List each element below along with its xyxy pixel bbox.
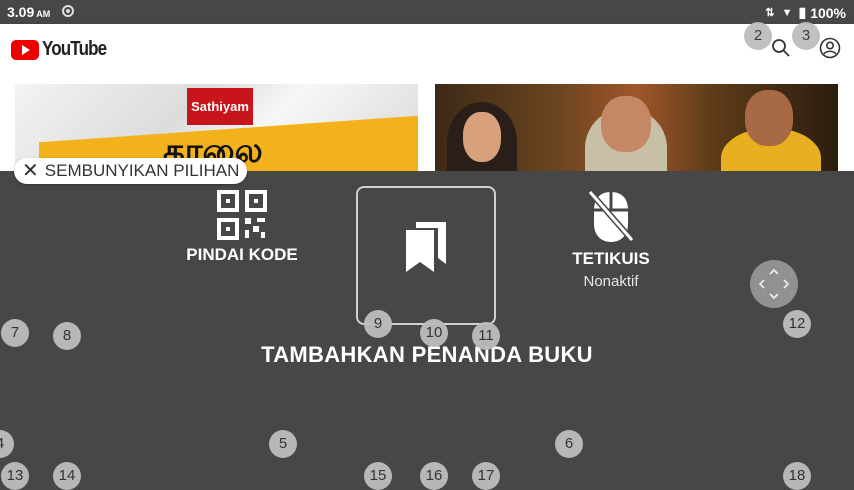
- direction-pad[interactable]: [750, 260, 798, 308]
- hide-options-label: SEMBUNYIKAN PILIHAN: [44, 161, 240, 180]
- marker-badge: 16: [420, 462, 448, 490]
- qr-code-icon: [217, 190, 267, 240]
- youtube-play-icon: [11, 39, 39, 60]
- youtube-logo[interactable]: YouTube: [11, 38, 118, 61]
- marker-badge: 7: [1, 319, 29, 347]
- marker-badge: 13: [1, 462, 29, 490]
- person-face: [463, 112, 501, 162]
- status-right: ⇅ ▼ ▮ 100%: [765, 4, 846, 21]
- battery-level: 100%: [810, 4, 846, 21]
- status-bar: 3.09 AM ⇅ ▼ ▮ 100%: [0, 0, 854, 24]
- screen-record-icon: [62, 5, 74, 17]
- app-header: YouTube: [0, 24, 854, 72]
- marker-badge: 15: [364, 462, 392, 490]
- mouse-label: TETIKUIS: [572, 249, 650, 268]
- bookmark-caption: TAMBAHKAN PENANDA BUKU: [261, 342, 593, 367]
- scan-code-button[interactable]: PINDAI KODE: [182, 190, 302, 265]
- time-value: 3.09: [7, 4, 35, 20]
- direction-arrows-icon: [758, 268, 790, 300]
- marker-badge: 2: [744, 22, 772, 50]
- marker-badge: 6: [555, 430, 583, 458]
- scan-code-label: PINDAI KODE: [186, 245, 298, 264]
- marker-badge: 18: [783, 462, 811, 490]
- video-thumbnail[interactable]: [435, 84, 838, 171]
- time-ampm: AM: [36, 9, 51, 19]
- person-face: [601, 96, 651, 152]
- bookmark-icon: [406, 222, 446, 272]
- hide-options-button[interactable]: ✕ SEMBUNYIKAN PILIHAN: [14, 158, 248, 184]
- marker-badge: 4: [0, 430, 14, 458]
- marker-badge: 11: [472, 322, 500, 350]
- mouse-off-icon: [587, 190, 635, 242]
- marker-badge: 5: [269, 430, 297, 458]
- wifi-icon: ⇅ ▼: [765, 7, 795, 19]
- channel-logo: Sathiyam: [187, 88, 253, 125]
- marker-badge: 10: [420, 319, 448, 347]
- marker-badge: 3: [792, 22, 820, 50]
- app-name: YouTube: [42, 38, 107, 60]
- account-icon[interactable]: [819, 37, 841, 59]
- video-feed: Sathiyam காலை: [0, 72, 854, 171]
- marker-badge: 8: [53, 322, 81, 350]
- status-time: 3.09 AM: [7, 4, 50, 20]
- search-icon[interactable]: [771, 38, 791, 58]
- marker-badge: 14: [53, 462, 81, 490]
- battery-icon: ▮: [798, 4, 807, 20]
- person-face: [745, 90, 793, 146]
- mouse-toggle-button[interactable]: TETIKUIS Nonaktif: [550, 188, 672, 290]
- close-icon: ✕: [22, 160, 39, 182]
- mouse-status: Nonaktif: [583, 273, 639, 290]
- marker-badge: 17: [472, 462, 500, 490]
- marker-badge: 9: [364, 310, 392, 338]
- add-bookmark-button[interactable]: [356, 186, 496, 325]
- marker-badge: 12: [783, 310, 811, 338]
